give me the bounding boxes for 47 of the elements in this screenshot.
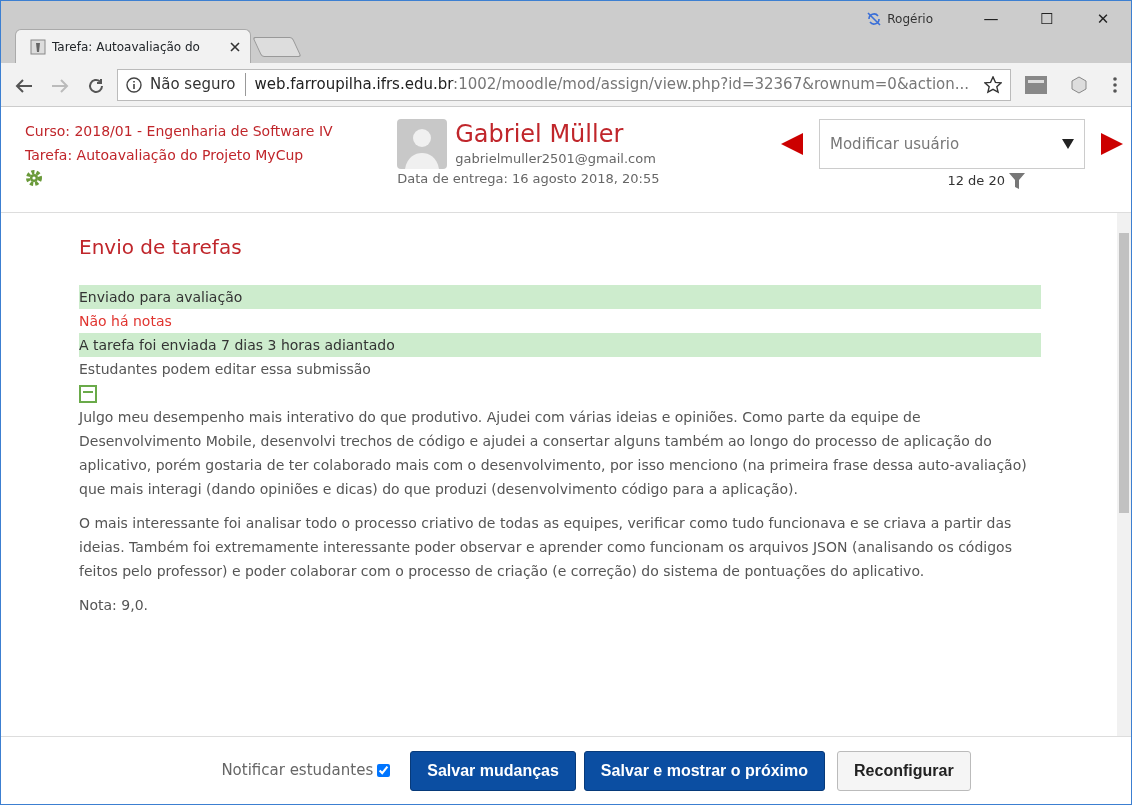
assignment-link[interactable]: Tarefa: Autoavaliação do Projeto MyCup — [25, 143, 398, 167]
caret-icon — [1062, 139, 1074, 149]
close-button[interactable]: ✕ — [1075, 7, 1131, 32]
close-icon[interactable] — [230, 41, 240, 52]
scrollbar[interactable] — [1117, 213, 1131, 736]
avatar — [397, 119, 448, 169]
status-text: Enviado para avaliação — [79, 285, 1041, 309]
paragraph: Julgo meu desempenho mais interativo do que produtivo. Ajudei com várias ideias e opiniões. Como parte da equipe de Desenvolvimento Mobile, desenvolvi trechos de código e ajudei a consertar alguns também ao longo do processo de aplicação do aplicativo, porém gostaria de ter colaborado mais com o desenvolvimento, por isso menciono (na primeira frase dessa auto-avaliação) que mais interagi (dando opiniões e dicas) do que produzi (desenvolvimento código para a aplicação). — [79, 408, 1028, 499]
maximize-button[interactable]: ☐ — [1019, 7, 1075, 32]
notify-label: Notificar estudantes — [221, 760, 374, 782]
status-text: A tarefa foi enviada 7 dias 3 horas adiantado — [79, 333, 1041, 357]
settings-icon[interactable] — [25, 169, 43, 187]
paragraph: O mais interessante foi analisar todo o processo criativo de todas as equipes, verificar como tudo funcionava e se criava a partir das ideias. Também foi extremamente interessante poder observar e aprender como funcionam os arquivos JSON (analisando os códigos feitos pelo professor) e poder colaborar com o processo de criação (e correção) do sistema de pontuações do aplicativo. — [79, 514, 1013, 581]
save-button[interactable]: Salvar mudanças — [410, 750, 576, 791]
info-icon — [126, 76, 142, 93]
filter-icon[interactable] — [1009, 172, 1025, 189]
reset-button[interactable]: Reconfigurar — [837, 750, 971, 791]
due-date: Data de entrega: 16 agosto 2018, 20:55 — [397, 170, 661, 188]
browser-tab[interactable]: Tarefa: Autoavaliação do — [15, 29, 251, 63]
section-title: Envio de tarefas — [79, 235, 243, 259]
notify-checkbox[interactable] — [377, 764, 391, 777]
user-name: Gabriel Müller — [455, 119, 625, 149]
profile-name[interactable]: Rogério — [887, 10, 933, 29]
security-label: Não seguro — [150, 73, 247, 96]
previous-icon[interactable] — [781, 133, 803, 155]
page-icon — [30, 38, 46, 55]
cube-icon[interactable] — [1069, 74, 1089, 95]
status-text: Estudantes podem editar essa submissão — [79, 360, 372, 379]
menu-icon[interactable] — [1111, 75, 1119, 94]
user-email: gabrielmuller2501@gmail.com — [455, 150, 656, 168]
address-bar[interactable]: Não seguro web.farroupilha.ifrs.edu.br:1002/moodle/mod/assign/view.php?id=32367&rownum=0&action... — [117, 68, 1011, 101]
collapse-icon[interactable] — [79, 385, 97, 403]
save-button[interactable]: Salvar e mostrar o próximo — [583, 750, 826, 791]
reload-icon[interactable] — [87, 76, 105, 95]
url-text: web.farroupilha.ifrs.edu.br:1002/moodle/mod/assign/view.php?id=32367&rownum=0&action... — [254, 74, 971, 96]
user-select[interactable]: Modificar usuário — [819, 119, 1085, 169]
minimize-button[interactable]: — — [963, 7, 1019, 32]
star-icon[interactable] — [984, 75, 1002, 94]
paragraph: Nota: 9,0. — [79, 596, 149, 615]
extension-icon[interactable] — [1025, 75, 1047, 94]
next-icon[interactable] — [1101, 133, 1123, 155]
user-counter: 12 de 20 — [947, 172, 1005, 190]
status-text: Não há notas — [79, 312, 173, 331]
sync-off-icon — [867, 12, 882, 27]
course-link[interactable]: Curso: 2018/01 - Engenharia de Software IV — [25, 119, 398, 143]
back-icon[interactable] — [15, 77, 33, 94]
tab-title: Tarefa: Autoavaliação do — [52, 38, 201, 56]
